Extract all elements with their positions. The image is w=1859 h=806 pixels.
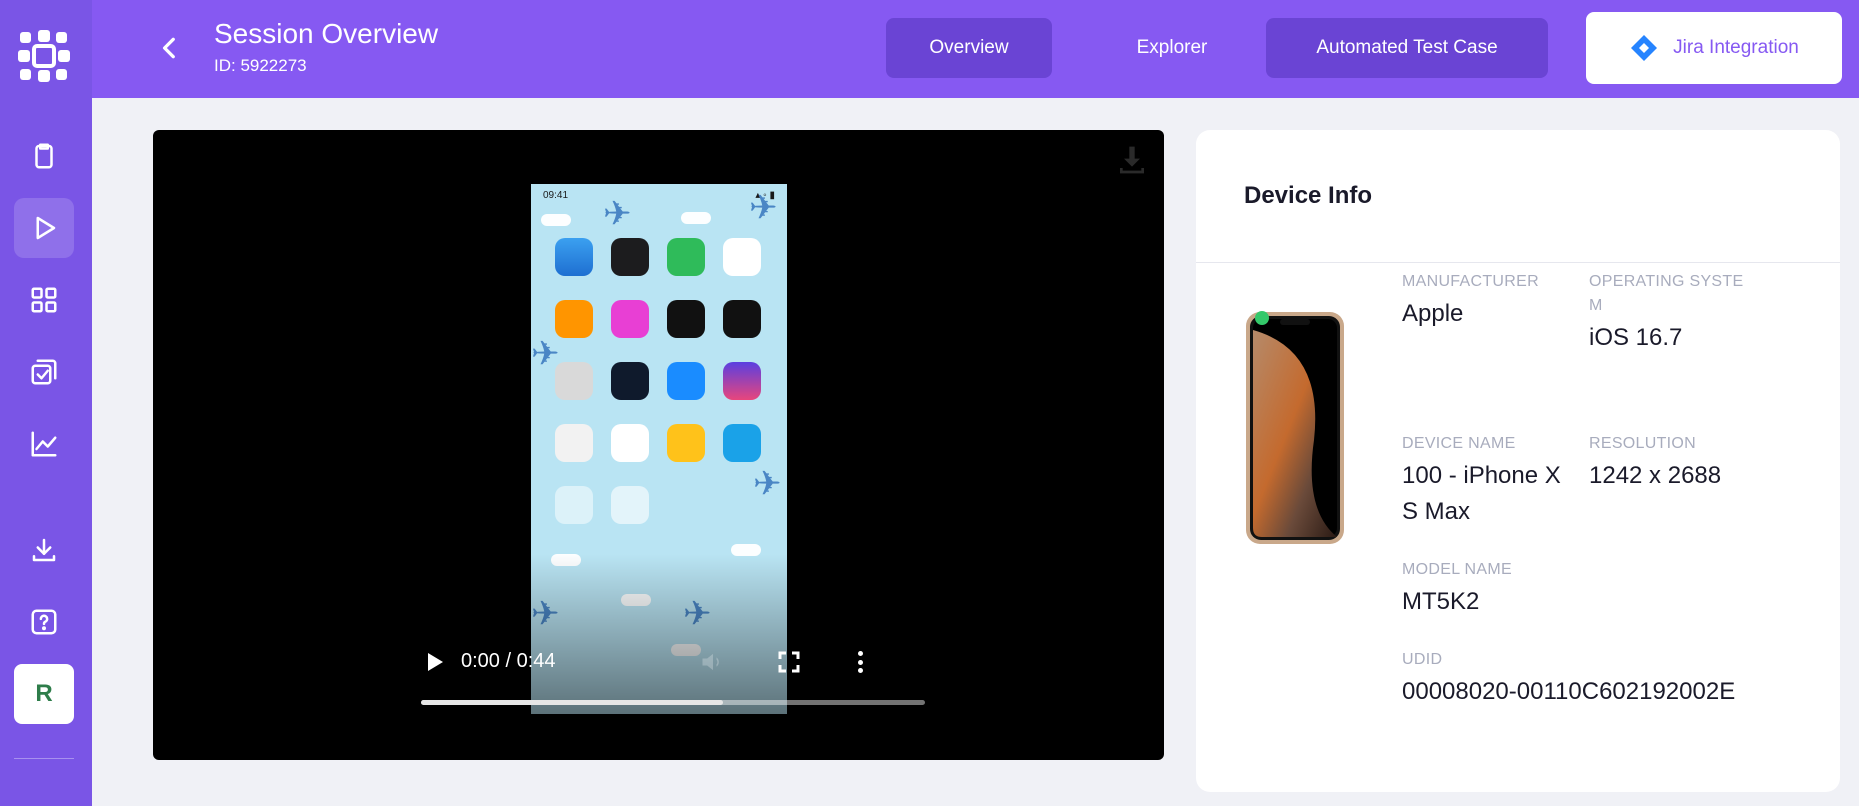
cloud-decoration <box>681 212 711 224</box>
video-progress-fill <box>421 700 724 705</box>
fitness-app-icon <box>667 300 705 338</box>
fullscreen-button[interactable] <box>777 650 801 674</box>
airplane-icon: ✈ <box>753 465 782 503</box>
device-info-divider <box>1196 262 1840 263</box>
tab-explorer[interactable]: Explorer <box>1092 18 1252 78</box>
device-name-label: DEVICE NAME <box>1402 435 1516 452</box>
watch-app-icon <box>723 300 761 338</box>
device-info-title: Device Info <box>1244 182 1373 209</box>
sidebar-item-help[interactable] <box>14 592 74 652</box>
manufacturer-label: MANUFACTURER <box>1402 273 1539 290</box>
manufacturer-field: MANUFACTURER Apple <box>1402 270 1552 332</box>
mute-button[interactable] <box>699 648 727 676</box>
play-icon <box>36 216 56 240</box>
itunes-store-app-icon <box>611 300 649 338</box>
sidebar-item-analytics[interactable] <box>14 414 74 474</box>
dot-icon <box>857 651 863 656</box>
video-download-button[interactable] <box>1116 144 1148 176</box>
sidebar-item-apps[interactable] <box>14 270 74 330</box>
model-name-label: MODEL NAME <box>1402 561 1512 578</box>
device-connect-app-icon <box>723 424 761 462</box>
device-image <box>1246 311 1344 544</box>
download-icon <box>1120 146 1144 174</box>
tab-automated-test-case[interactable]: Automated Test Case <box>1266 18 1548 78</box>
operating-system-field: OPERATING SYSTEM iOS 16.7 <box>1589 270 1749 356</box>
checklist-icon <box>31 359 57 385</box>
udid-label: UDID <box>1402 651 1443 668</box>
resolution-field: RESOLUTION 1242 x 2688 <box>1589 432 1769 494</box>
sidebar-divider <box>14 758 74 759</box>
dot-icon <box>857 668 863 673</box>
airplane-icon: ✈ <box>603 195 632 233</box>
files-app-icon <box>667 362 705 400</box>
stocks-app-icon <box>611 238 649 276</box>
model-name-field: MODEL NAME MT5K2 <box>1402 558 1602 620</box>
sidebar-item-tests[interactable] <box>14 342 74 402</box>
freeform-app-icon <box>611 424 649 462</box>
jira-integration-button[interactable]: Jira Integration <box>1586 12 1842 84</box>
page-title: Session Overview <box>214 18 439 49</box>
shortcuts-app-icon <box>723 362 761 400</box>
home-app-icon <box>723 238 761 276</box>
resolution-value: 1242 x 2688 <box>1589 462 1722 489</box>
device-name-field: DEVICE NAME 100 - iPhone XS Max <box>1402 432 1570 530</box>
dot-icon <box>857 659 863 665</box>
chart-icon <box>31 431 57 457</box>
header: Session Overview ID: 5922273 Overview Ex… <box>92 0 1859 98</box>
sidebar-item-downloads[interactable] <box>14 520 74 580</box>
logo-icon[interactable] <box>18 30 70 82</box>
sidebar-item-play[interactable] <box>14 198 74 258</box>
translate-app-icon <box>611 362 649 400</box>
video-player[interactable]: 09:41 ▴ ◦ ▮ ✈ ✈ ✈ ✈ ✈ ✈ <box>153 130 1164 760</box>
utilities-folder-icon <box>555 424 593 462</box>
books-app-icon <box>555 300 593 338</box>
udid-field: UDID 00008020-00110C602192002E <box>1402 648 1740 710</box>
resolution-label: RESOLUTION <box>1589 435 1697 452</box>
video-progress-bar[interactable] <box>421 700 925 705</box>
jira-integration-label: Jira Integration <box>1673 37 1799 58</box>
clipboard-icon <box>35 143 53 169</box>
play-button[interactable] <box>422 650 446 674</box>
find-my-app-icon <box>667 238 705 276</box>
back-button[interactable] <box>152 30 188 66</box>
airplane-icon: ✈ <box>749 189 778 227</box>
device-name-value: 100 - iPhone XS Max <box>1402 462 1561 525</box>
video-controls: 0:00 / 0:44 <box>406 640 925 720</box>
device-info-card: Device Info MANUFACTURER Apple OPERATING… <box>1196 130 1840 792</box>
weather-app-icon <box>555 238 593 276</box>
cloud-decoration <box>541 214 571 226</box>
more-options-button[interactable] <box>848 648 872 676</box>
operating-system-label: OPERATING SYSTEM <box>1589 273 1744 314</box>
manufacturer-value: Apple <box>1402 300 1464 327</box>
test-app-icon <box>611 486 649 524</box>
volume-icon <box>702 653 719 671</box>
ui-runner-app-icon <box>555 486 593 524</box>
tips-app-icon <box>667 424 705 462</box>
device-screen-recording: 09:41 ▴ ◦ ▮ ✈ ✈ ✈ ✈ ✈ ✈ <box>531 184 787 714</box>
tab-overview[interactable]: Overview <box>886 18 1052 78</box>
sidebar: R <box>0 0 92 806</box>
chevron-left-icon <box>162 37 175 59</box>
contacts-app-icon <box>555 362 593 400</box>
grid-icon <box>31 287 57 313</box>
udid-value: 00008020-00110C602192002E <box>1402 678 1736 705</box>
session-id: ID: 5922273 <box>214 56 307 75</box>
video-time: 0:00 / 0:44 <box>461 650 556 672</box>
download-icon <box>32 538 56 562</box>
jira-icon <box>1631 35 1658 61</box>
model-name-value: MT5K2 <box>1402 588 1480 615</box>
play-icon <box>428 653 443 671</box>
help-icon <box>31 609 57 635</box>
operating-system-value: iOS 16.7 <box>1589 324 1683 351</box>
sidebar-item-sessions[interactable] <box>14 126 74 186</box>
fullscreen-icon <box>778 651 800 673</box>
device-status-time: 09:41 <box>543 190 569 201</box>
avatar[interactable]: R <box>14 664 74 724</box>
